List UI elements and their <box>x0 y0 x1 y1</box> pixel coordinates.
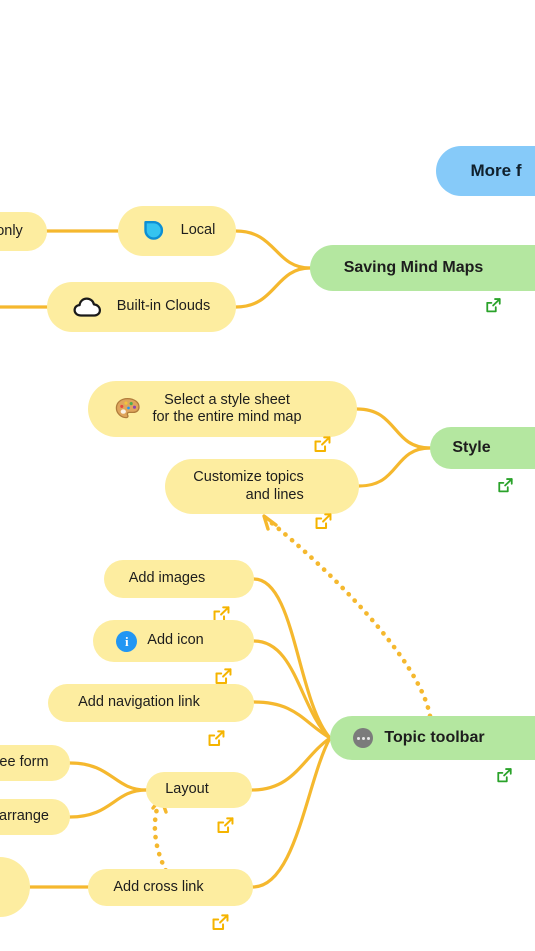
node-builtin-clouds[interactable]: Built-in Clouds <box>47 282 236 332</box>
external-link-icon[interactable] <box>314 478 332 530</box>
node-saving-mind-maps[interactable]: Saving Mind Maps <box>310 245 535 313</box>
node-only-fragment[interactable]: only <box>0 212 47 251</box>
edge-crosslink-toolbar <box>251 736 332 889</box>
node-label: arrange <box>0 808 49 825</box>
external-link-icon[interactable] <box>216 782 234 833</box>
node-root-more-features[interactable]: More f <box>436 146 535 196</box>
relationship-toolbar-customize <box>265 517 433 719</box>
edge-addnav-toolbar <box>252 700 332 740</box>
node-label: Built-in Clouds <box>116 298 211 315</box>
info-icon: i <box>116 630 138 652</box>
node-arrange-fragment[interactable]: arrange <box>0 799 70 835</box>
external-link-icon[interactable] <box>212 571 230 622</box>
node-style[interactable]: Style <box>430 427 535 493</box>
node-customize-topics[interactable]: Customize topics and lines <box>165 459 359 530</box>
external-link-icon[interactable] <box>485 260 502 313</box>
node-label: Add navigation link <box>78 694 200 711</box>
node-select-style-sheet[interactable]: Select a style sheet for the entire mind… <box>88 381 357 452</box>
external-link-icon[interactable] <box>313 401 331 452</box>
palette-icon <box>115 397 141 421</box>
mindmap-canvas[interactable]: More f only Local Built-in Clouds Saving… <box>0 0 535 951</box>
external-link-icon[interactable] <box>496 730 513 783</box>
edge-layout-toolbar <box>250 736 332 792</box>
node-add-navigation-link[interactable]: Add navigation link <box>48 684 254 746</box>
edge-stylesheet-style <box>355 407 432 450</box>
node-label: Local <box>180 222 216 239</box>
external-link-icon[interactable] <box>497 440 514 493</box>
relationship-crosslink-layout <box>152 797 173 881</box>
node-label: Add icon <box>147 632 204 649</box>
node-label: ee form <box>0 754 49 771</box>
node-label: Customize topics and lines <box>193 469 304 503</box>
dots-circle-icon <box>353 728 374 748</box>
node-local[interactable]: Local <box>118 206 236 256</box>
edge-customize-style <box>357 446 432 488</box>
node-label: Add images <box>128 570 206 587</box>
node-label: More f <box>470 160 522 180</box>
node-label: only <box>0 222 23 239</box>
node-label: Add cross link <box>113 878 204 895</box>
edge-freeform-layout <box>68 761 148 792</box>
edge-local-saving <box>234 229 312 270</box>
external-link-icon[interactable] <box>214 633 232 684</box>
edge-clouds-saving <box>234 266 312 309</box>
edge-addicon-toolbar <box>252 639 332 740</box>
node-add-images[interactable]: Add images <box>104 560 254 622</box>
node-edge-fragment[interactable] <box>0 857 30 917</box>
node-add-icon[interactable]: i Add icon <box>93 620 254 684</box>
external-link-icon[interactable] <box>207 695 225 746</box>
water-drop-icon <box>139 217 167 245</box>
node-label: Select a style sheet for the entire mind… <box>152 391 302 425</box>
node-label: Saving Mind Maps <box>343 258 484 276</box>
edge-addimages-toolbar <box>252 577 332 740</box>
node-label: Style <box>452 438 491 456</box>
node-label: Layout <box>165 781 209 798</box>
external-link-icon[interactable] <box>211 879 229 931</box>
node-free-form-fragment[interactable]: ee form <box>0 745 70 781</box>
node-topic-toolbar[interactable]: Topic toolbar <box>330 716 535 783</box>
edge-arrange-layout <box>68 788 148 819</box>
node-label: Topic toolbar <box>384 728 485 746</box>
cloud-icon <box>73 296 103 318</box>
node-layout[interactable]: Layout <box>146 772 252 833</box>
node-add-cross-link[interactable]: Add cross link <box>88 869 253 931</box>
relationship-arrowhead-customize <box>262 514 278 531</box>
